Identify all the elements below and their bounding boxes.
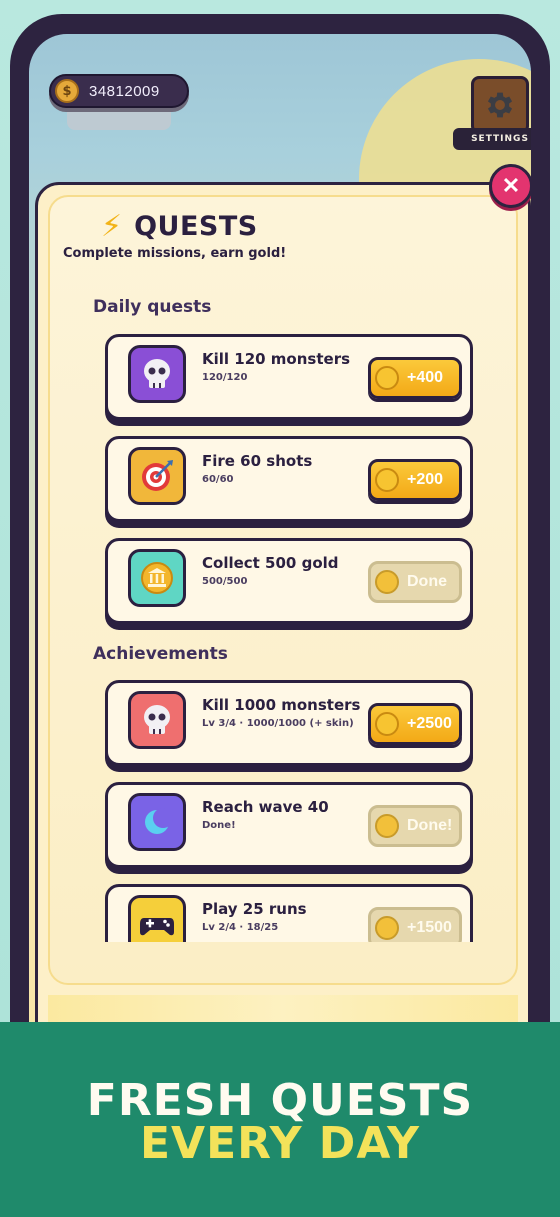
achievement-progress: Lv 2/4 · 18/25 [202, 922, 279, 933]
achievement-card: Kill 1000 monsters Lv 3/4 · 1000/1000 (+… [105, 680, 473, 766]
bank-icon [128, 549, 186, 607]
coin-icon [375, 712, 399, 736]
target-icon-graphic [142, 460, 173, 491]
achievement-card: Play 25 runs Lv 2/4 · 18/25 +1500 [105, 884, 473, 942]
claim-reward-button[interactable]: +400 [368, 357, 462, 399]
reward-amount: Done [407, 573, 447, 590]
coin-icon [375, 570, 399, 594]
skull-icon-graphic [144, 359, 170, 388]
reward-done-button: Done! [368, 805, 462, 847]
quest-progress: 120/120 [202, 372, 248, 383]
target-icon [128, 447, 186, 505]
claim-reward-button[interactable]: +200 [368, 459, 462, 501]
bank-icon-graphic [141, 562, 173, 594]
claim-reward-button[interactable]: +2500 [368, 703, 462, 745]
reward-amount: Done! [407, 817, 453, 834]
skull-icon-graphic [144, 705, 170, 734]
quest-title: Kill 120 monsters [202, 350, 351, 368]
skull-icon [128, 691, 186, 749]
section-daily-quests: Daily quests [93, 297, 212, 317]
achievement-title: Play 25 runs [202, 900, 307, 918]
reward-amount: +400 [407, 369, 444, 386]
achievement-progress: Lv 3/4 · 1000/1000 (+ skin) [202, 718, 354, 729]
coin-icon [375, 468, 399, 492]
moon-icon [128, 793, 186, 851]
quest-card: Fire 60 shots 60/60 +200 [105, 436, 473, 522]
close-button[interactable]: ✕ [489, 164, 531, 208]
quest-title: Fire 60 shots [202, 452, 313, 470]
quest-list[interactable]: Daily quests Kill 120 monsters 120/120 +… [29, 34, 531, 942]
coin-icon [375, 814, 399, 838]
phone-frame: $ 34812009 SETTINGS ⚡ QUESTS Complete mi… [10, 14, 550, 1074]
reward-amount: +2500 [407, 715, 452, 732]
achievement-card: Reach wave 40 Done! Done! [105, 782, 473, 868]
achievement-title: Reach wave 40 [202, 798, 329, 816]
achievement-progress: Done! [202, 820, 236, 831]
game-screen: $ 34812009 SETTINGS ⚡ QUESTS Complete mi… [29, 34, 531, 1074]
reward-amount: +200 [407, 471, 444, 488]
reward-locked-button: +1500 [368, 907, 462, 942]
quest-card: Kill 120 monsters 120/120 +400 [105, 334, 473, 420]
quest-title: Collect 500 gold [202, 554, 339, 572]
coin-icon [375, 366, 399, 390]
quest-progress: 500/500 [202, 576, 248, 587]
gamepad-icon-graphic [140, 918, 174, 936]
gamepad-icon [128, 895, 186, 942]
coin-icon [375, 916, 399, 940]
quest-card: Collect 500 gold 500/500 Done [105, 538, 473, 624]
quest-progress: 60/60 [202, 474, 234, 485]
reward-amount: +1500 [407, 919, 452, 936]
section-achievements: Achievements [93, 644, 228, 664]
reward-done-button: Done [368, 561, 462, 603]
achievement-title: Kill 1000 monsters [202, 696, 361, 714]
moon-icon-graphic [145, 808, 173, 834]
skull-icon [128, 345, 186, 403]
banner-subheadline: EVERY DAY [139, 1118, 421, 1169]
